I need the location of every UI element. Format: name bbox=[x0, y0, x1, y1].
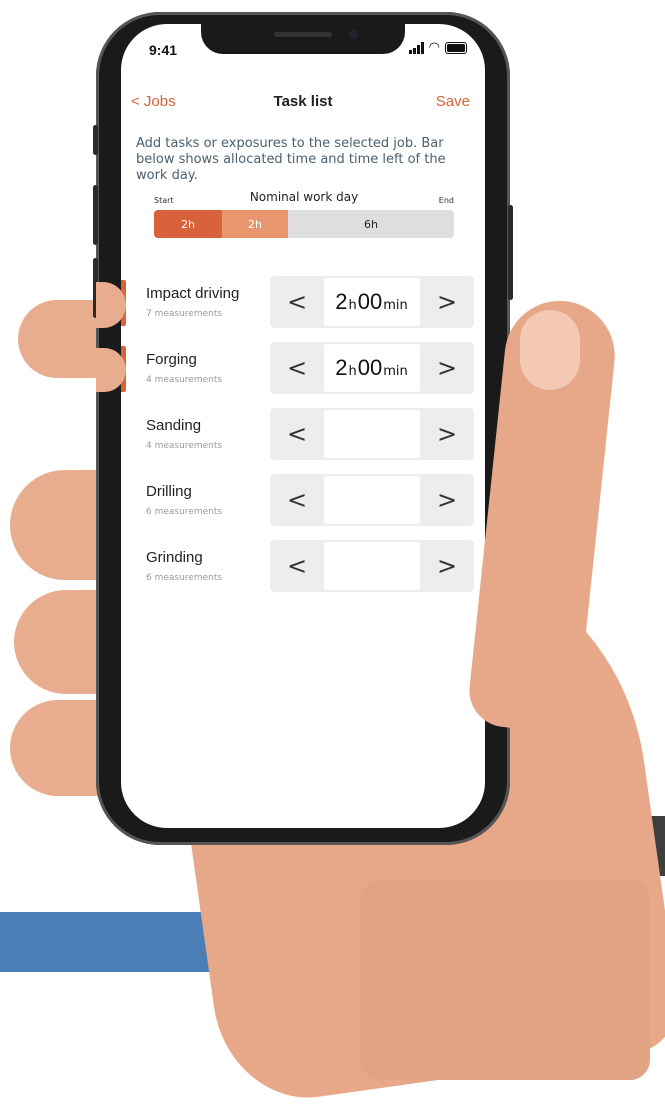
duration-stepper: < 2 h 00 min > bbox=[270, 342, 474, 394]
task-measurements: 4 measurements bbox=[146, 375, 223, 385]
chevron-left-icon[interactable]: < bbox=[270, 540, 324, 592]
work-day-bar: Start Nominal work day End 2h 2h 6h bbox=[154, 190, 454, 238]
task-row: Sanding 4 measurements < > bbox=[121, 408, 485, 474]
battery-icon bbox=[445, 42, 467, 54]
task-name[interactable]: Forging bbox=[146, 351, 197, 368]
chevron-right-icon[interactable]: > bbox=[420, 408, 474, 460]
duration-hours-unit: h bbox=[348, 363, 357, 379]
status-icons: ◠ bbox=[408, 40, 467, 55]
duration-minutes: 00 bbox=[357, 355, 383, 380]
duration-value[interactable] bbox=[324, 410, 420, 458]
duration-minutes: 00 bbox=[357, 289, 383, 314]
navigation-bar: < Jobs Task list Save bbox=[121, 90, 485, 116]
task-list: Impact driving 7 measurements < 2 h 00 min … bbox=[121, 276, 485, 606]
duration-value[interactable] bbox=[324, 542, 420, 590]
phone-screen: 9:41 ◠ < Jobs Task list Save Add tasks o… bbox=[121, 24, 485, 828]
duration-value[interactable] bbox=[324, 476, 420, 524]
work-day-segment: 6h bbox=[288, 210, 454, 238]
duration-hours-unit: h bbox=[348, 297, 357, 313]
status-time: 9:41 bbox=[149, 42, 178, 58]
phone-power-button bbox=[508, 205, 513, 300]
phone-volume-up bbox=[93, 185, 98, 245]
work-day-progress: 2h 2h 6h bbox=[154, 210, 454, 238]
duration-hours: 2 bbox=[335, 289, 348, 314]
task-row: Drilling 6 measurements < > bbox=[121, 474, 485, 540]
duration-hours: 2 bbox=[335, 355, 348, 380]
task-measurements: 6 measurements bbox=[146, 507, 223, 517]
work-day-end-label: End bbox=[438, 196, 454, 205]
duration-minutes-unit: min bbox=[383, 363, 408, 379]
notch bbox=[201, 24, 405, 54]
task-row: Impact driving 7 measurements < 2 h 00 min … bbox=[121, 276, 485, 342]
phone-mute-switch bbox=[93, 125, 98, 155]
duration-stepper: < > bbox=[270, 408, 474, 460]
thumb-nail bbox=[520, 310, 580, 390]
task-measurements: 7 measurements bbox=[146, 309, 223, 319]
duration-stepper: < 2 h 00 min > bbox=[270, 276, 474, 328]
chevron-right-icon[interactable]: > bbox=[420, 540, 474, 592]
work-day-segment: 2h bbox=[154, 210, 222, 238]
duration-minutes-unit: min bbox=[383, 297, 408, 313]
task-row: Grinding 6 measurements < > bbox=[121, 540, 485, 606]
signal-icon bbox=[408, 42, 424, 54]
wifi-icon: ◠ bbox=[428, 40, 440, 55]
chevron-left-icon[interactable]: < bbox=[270, 408, 324, 460]
work-day-title: Nominal work day bbox=[249, 190, 359, 204]
task-row: Forging 4 measurements < 2 h 00 min > bbox=[121, 342, 485, 408]
front-camera bbox=[349, 30, 358, 39]
duration-stepper: < > bbox=[270, 540, 474, 592]
chevron-right-icon[interactable]: > bbox=[420, 474, 474, 526]
task-measurements: 4 measurements bbox=[146, 441, 223, 451]
save-button[interactable]: Save bbox=[436, 93, 470, 110]
page-title: Task list bbox=[273, 93, 333, 110]
chevron-left-icon[interactable]: < bbox=[270, 276, 324, 328]
task-measurements: 6 measurements bbox=[146, 573, 223, 583]
duration-stepper: < > bbox=[270, 474, 474, 526]
task-name[interactable]: Impact driving bbox=[146, 285, 239, 302]
chevron-right-icon[interactable]: > bbox=[420, 342, 474, 394]
task-name[interactable]: Sanding bbox=[146, 417, 201, 434]
description-text: Add tasks or exposures to the selected j… bbox=[136, 136, 446, 183]
chevron-left-icon[interactable]: < bbox=[270, 342, 324, 394]
chevron-right-icon[interactable]: > bbox=[420, 276, 474, 328]
hand-wrist bbox=[360, 880, 650, 1080]
duration-value[interactable]: 2 h 00 min bbox=[324, 344, 420, 392]
task-name[interactable]: Grinding bbox=[146, 549, 203, 566]
chevron-left-icon[interactable]: < bbox=[270, 474, 324, 526]
speaker bbox=[274, 32, 332, 37]
task-name[interactable]: Drilling bbox=[146, 483, 192, 500]
duration-value[interactable]: 2 h 00 min bbox=[324, 278, 420, 326]
work-day-segment: 2h bbox=[222, 210, 288, 238]
